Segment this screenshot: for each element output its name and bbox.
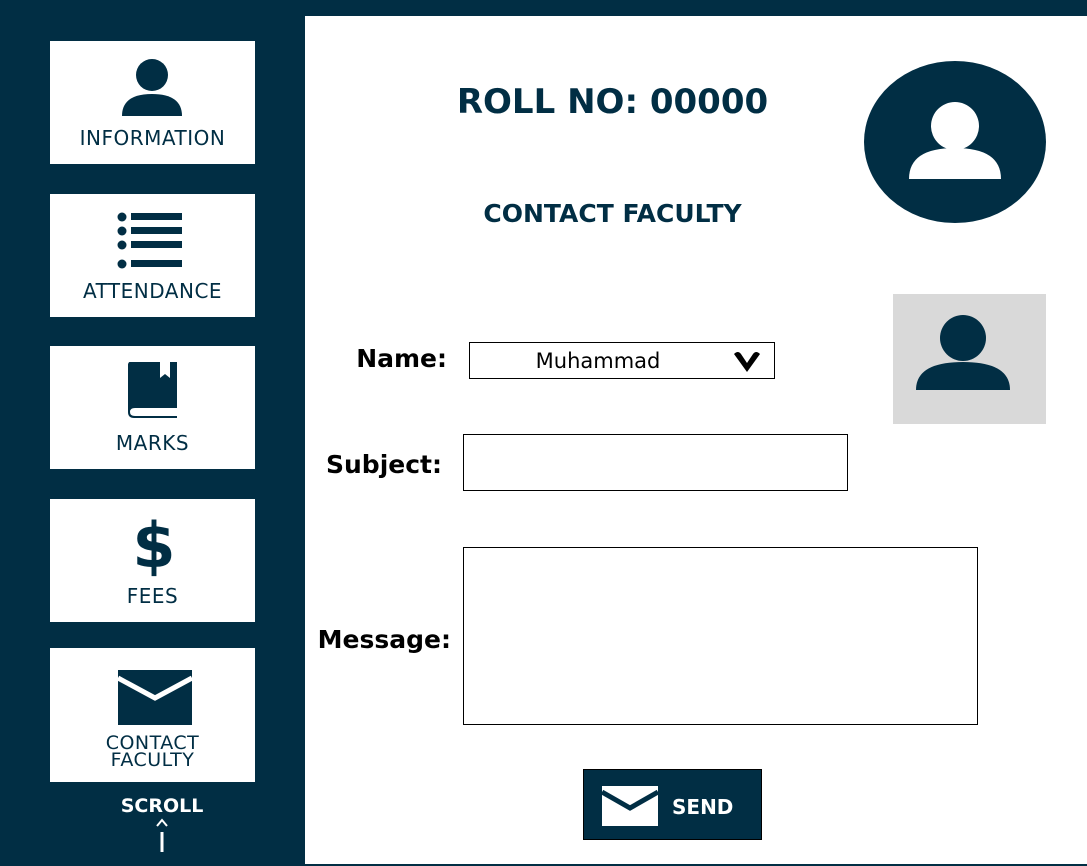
page-subtitle: CONTACT FACULTY — [483, 199, 742, 228]
name-label: Name: — [356, 344, 447, 373]
message-label: Message: — [317, 625, 451, 654]
sidebar-item-label: MARKS — [115, 431, 190, 455]
name-select[interactable]: Muhammad — [469, 342, 775, 379]
subject-input[interactable] — [463, 434, 848, 491]
sidebar-item-label: FEES — [126, 584, 179, 608]
scroll-label[interactable]: SCROLL — [112, 795, 212, 817]
sidebar-item-label: ATTENDANCE — [82, 279, 223, 303]
sidebar-item-marks[interactable]: MARKS — [50, 346, 255, 469]
sidebar-item-label: INFORMATION — [79, 126, 226, 150]
sidebar-item-label: CONTACT FACULTY — [50, 734, 255, 771]
name-select-value: Muhammad — [535, 349, 661, 373]
up-arrow-icon[interactable] — [152, 818, 172, 854]
sidebar-item-label-line2: FACULTY — [110, 749, 195, 771]
faculty-photo — [893, 294, 1046, 424]
sidebar-item-contact-faculty[interactable]: CONTACT FACULTY — [50, 648, 255, 782]
envelope-icon — [602, 786, 658, 826]
page-title: ROLL NO: 00000 — [456, 82, 769, 122]
svg-text:$: $ — [132, 509, 175, 582]
message-textarea[interactable] — [463, 547, 978, 725]
chevron-down-icon[interactable] — [732, 348, 762, 374]
send-label: SEND — [672, 795, 734, 819]
sidebar-item-information[interactable]: INFORMATION — [50, 41, 255, 164]
avatar — [864, 61, 1046, 223]
sidebar-item-fees[interactable]: $ FEES — [50, 499, 255, 622]
sidebar-item-attendance[interactable]: ATTENDANCE — [50, 194, 255, 317]
send-button[interactable]: SEND — [583, 769, 762, 840]
subject-label: Subject: — [326, 450, 442, 479]
